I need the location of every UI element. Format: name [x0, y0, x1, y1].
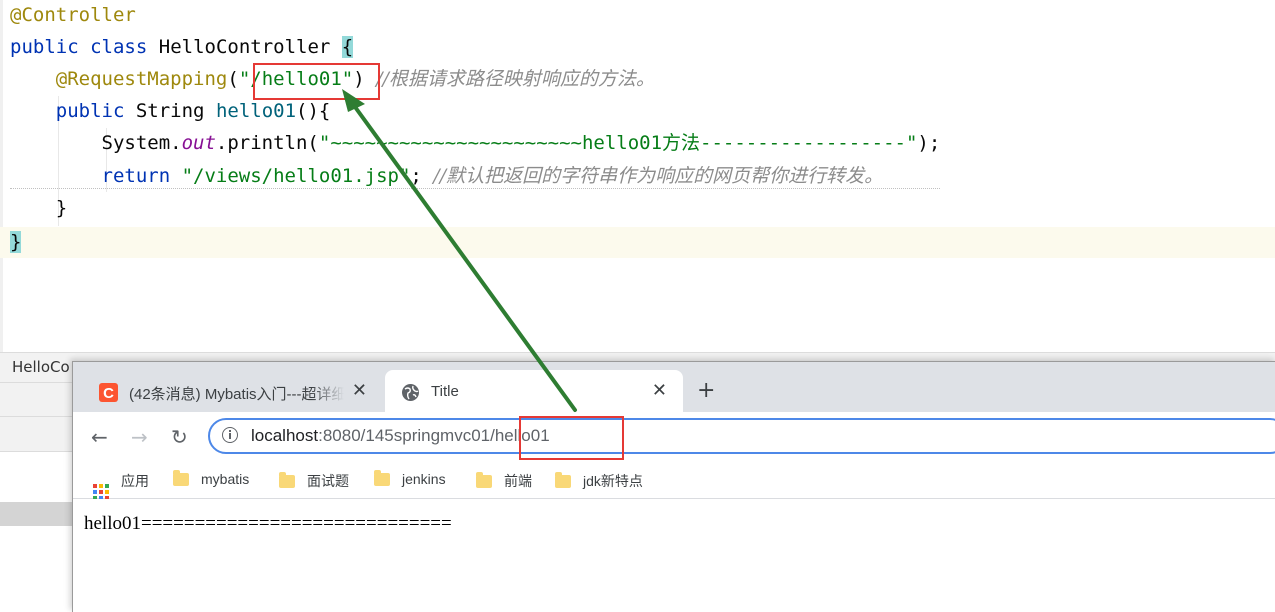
close-brace-class: }	[10, 231, 22, 253]
url-path: :8080/145springmvc01/hello01	[318, 426, 550, 445]
keyword-public: public	[10, 36, 79, 58]
code-line-7[interactable]: }	[10, 193, 67, 223]
bookmark-label: mybatis	[201, 471, 250, 487]
code-line-5[interactable]: System.out.println("~~~~~~~~~~~~~~~~~~~~…	[10, 128, 941, 158]
system-ref: System.	[101, 132, 182, 154]
browser-toolbar: ← → ↻ localhost:8080/145springmvc01/hell…	[73, 412, 1275, 462]
println-string: "~~~~~~~~~~~~~~~~~~~~~~hello01方法--------…	[318, 132, 918, 154]
bookmark-label: jenkins	[402, 471, 446, 487]
browser-window: C (42条消息) Mybatis入门---超详细 ✕ Title ✕ + ← …	[72, 361, 1275, 612]
code-line-8[interactable]: }	[10, 227, 22, 257]
globe-icon	[402, 384, 419, 401]
bookmark-label: 应用	[121, 473, 149, 489]
view-path-string: "/views/hello01.jsp"	[181, 165, 411, 187]
code-line-2[interactable]: public class HelloController {	[10, 32, 354, 62]
url-host: localhost	[251, 426, 319, 445]
url-text[interactable]: localhost:8080/145springmvc01/hello01	[251, 426, 550, 446]
close-brace-method: }	[55, 197, 68, 219]
annotation-request-mapping: @RequestMapping	[55, 68, 228, 90]
csdn-icon: C	[99, 383, 118, 402]
out-field: out	[181, 132, 216, 154]
folder-icon	[279, 472, 295, 488]
return-type: String	[135, 100, 205, 122]
semicolon: ;	[410, 165, 422, 187]
info-icon[interactable]	[222, 427, 238, 443]
bookmark-mybatis[interactable]: mybatis	[173, 470, 250, 487]
folder-icon	[476, 472, 492, 488]
bookmark-label: jdk新特点	[583, 473, 643, 489]
warning-squiggle	[10, 186, 940, 189]
address-bar[interactable]: localhost:8080/145springmvc01/hello01	[208, 418, 1275, 454]
ide-file-tab-label[interactable]: HelloCo	[12, 358, 70, 376]
bookmark-interview[interactable]: 面试题	[279, 471, 349, 491]
mapping-comment: //根据请求路径映射响应的方法。	[376, 68, 655, 90]
tab-title: (42条消息) Mybatis入门---超详细	[129, 386, 344, 403]
bookmark-label: 面试题	[307, 473, 349, 489]
page-body-text: hello01=============================	[84, 513, 452, 534]
close-icon[interactable]: ✕	[352, 380, 367, 401]
class-name: HelloController	[158, 36, 331, 58]
bookmark-jenkins[interactable]: jenkins	[374, 470, 446, 487]
apps-icon	[93, 484, 109, 500]
bookmark-label: 前端	[504, 473, 532, 489]
keyword-public: public	[55, 100, 125, 122]
close-icon[interactable]: ✕	[652, 380, 667, 401]
bookmark-apps[interactable]: 应用	[93, 471, 149, 500]
tab-mybatis[interactable]: C (42条消息) Mybatis入门---超详细 ✕	[83, 370, 383, 412]
paren-open: (	[227, 68, 239, 90]
svg-text:C: C	[103, 385, 114, 402]
highlight-box-mapping	[253, 63, 380, 100]
tab-title-page[interactable]: Title ✕	[385, 370, 683, 412]
editor-gutter	[0, 0, 3, 352]
keyword-return: return	[101, 165, 171, 187]
method-params: (){	[296, 100, 331, 122]
ide-panel-strip	[0, 502, 80, 526]
bookmark-frontend[interactable]: 前端	[476, 471, 532, 491]
statement-end: );	[917, 132, 941, 154]
println-call: .println(	[215, 132, 319, 154]
reload-button[interactable]: ↻	[171, 425, 188, 449]
method-name: hello01	[215, 100, 297, 122]
bookmarks-bar: 应用 mybatis 面试题 jenkins 前端 jdk新特点	[73, 462, 1275, 500]
ide-panel-strip	[0, 416, 80, 452]
new-tab-button[interactable]: +	[697, 378, 715, 403]
folder-icon	[555, 472, 571, 488]
code-editor[interactable]: @Controller public class HelloController…	[0, 0, 1275, 352]
folder-icon	[173, 470, 189, 486]
code-line-1[interactable]: @Controller	[10, 0, 136, 30]
bookmark-jdk[interactable]: jdk新特点	[555, 471, 643, 491]
ide-panel-strip	[0, 382, 80, 417]
back-button[interactable]: ←	[91, 425, 108, 449]
folder-icon	[374, 470, 390, 486]
keyword-class: class	[90, 36, 148, 58]
current-line-highlight	[0, 227, 1275, 258]
highlight-box-url	[519, 416, 624, 460]
annotation-controller: @Controller	[10, 4, 136, 26]
browser-tab-strip: C (42条消息) Mybatis入门---超详细 ✕ Title ✕ +	[73, 362, 1275, 412]
return-comment: //默认把返回的字符串作为响应的网页帮你进行转发。	[433, 165, 884, 187]
open-brace: {	[341, 36, 354, 58]
code-line-4[interactable]: public String hello01(){	[10, 96, 331, 126]
forward-button[interactable]: →	[131, 425, 148, 449]
page-content: hello01=============================	[73, 499, 1275, 612]
tab-title: Title	[431, 383, 459, 400]
